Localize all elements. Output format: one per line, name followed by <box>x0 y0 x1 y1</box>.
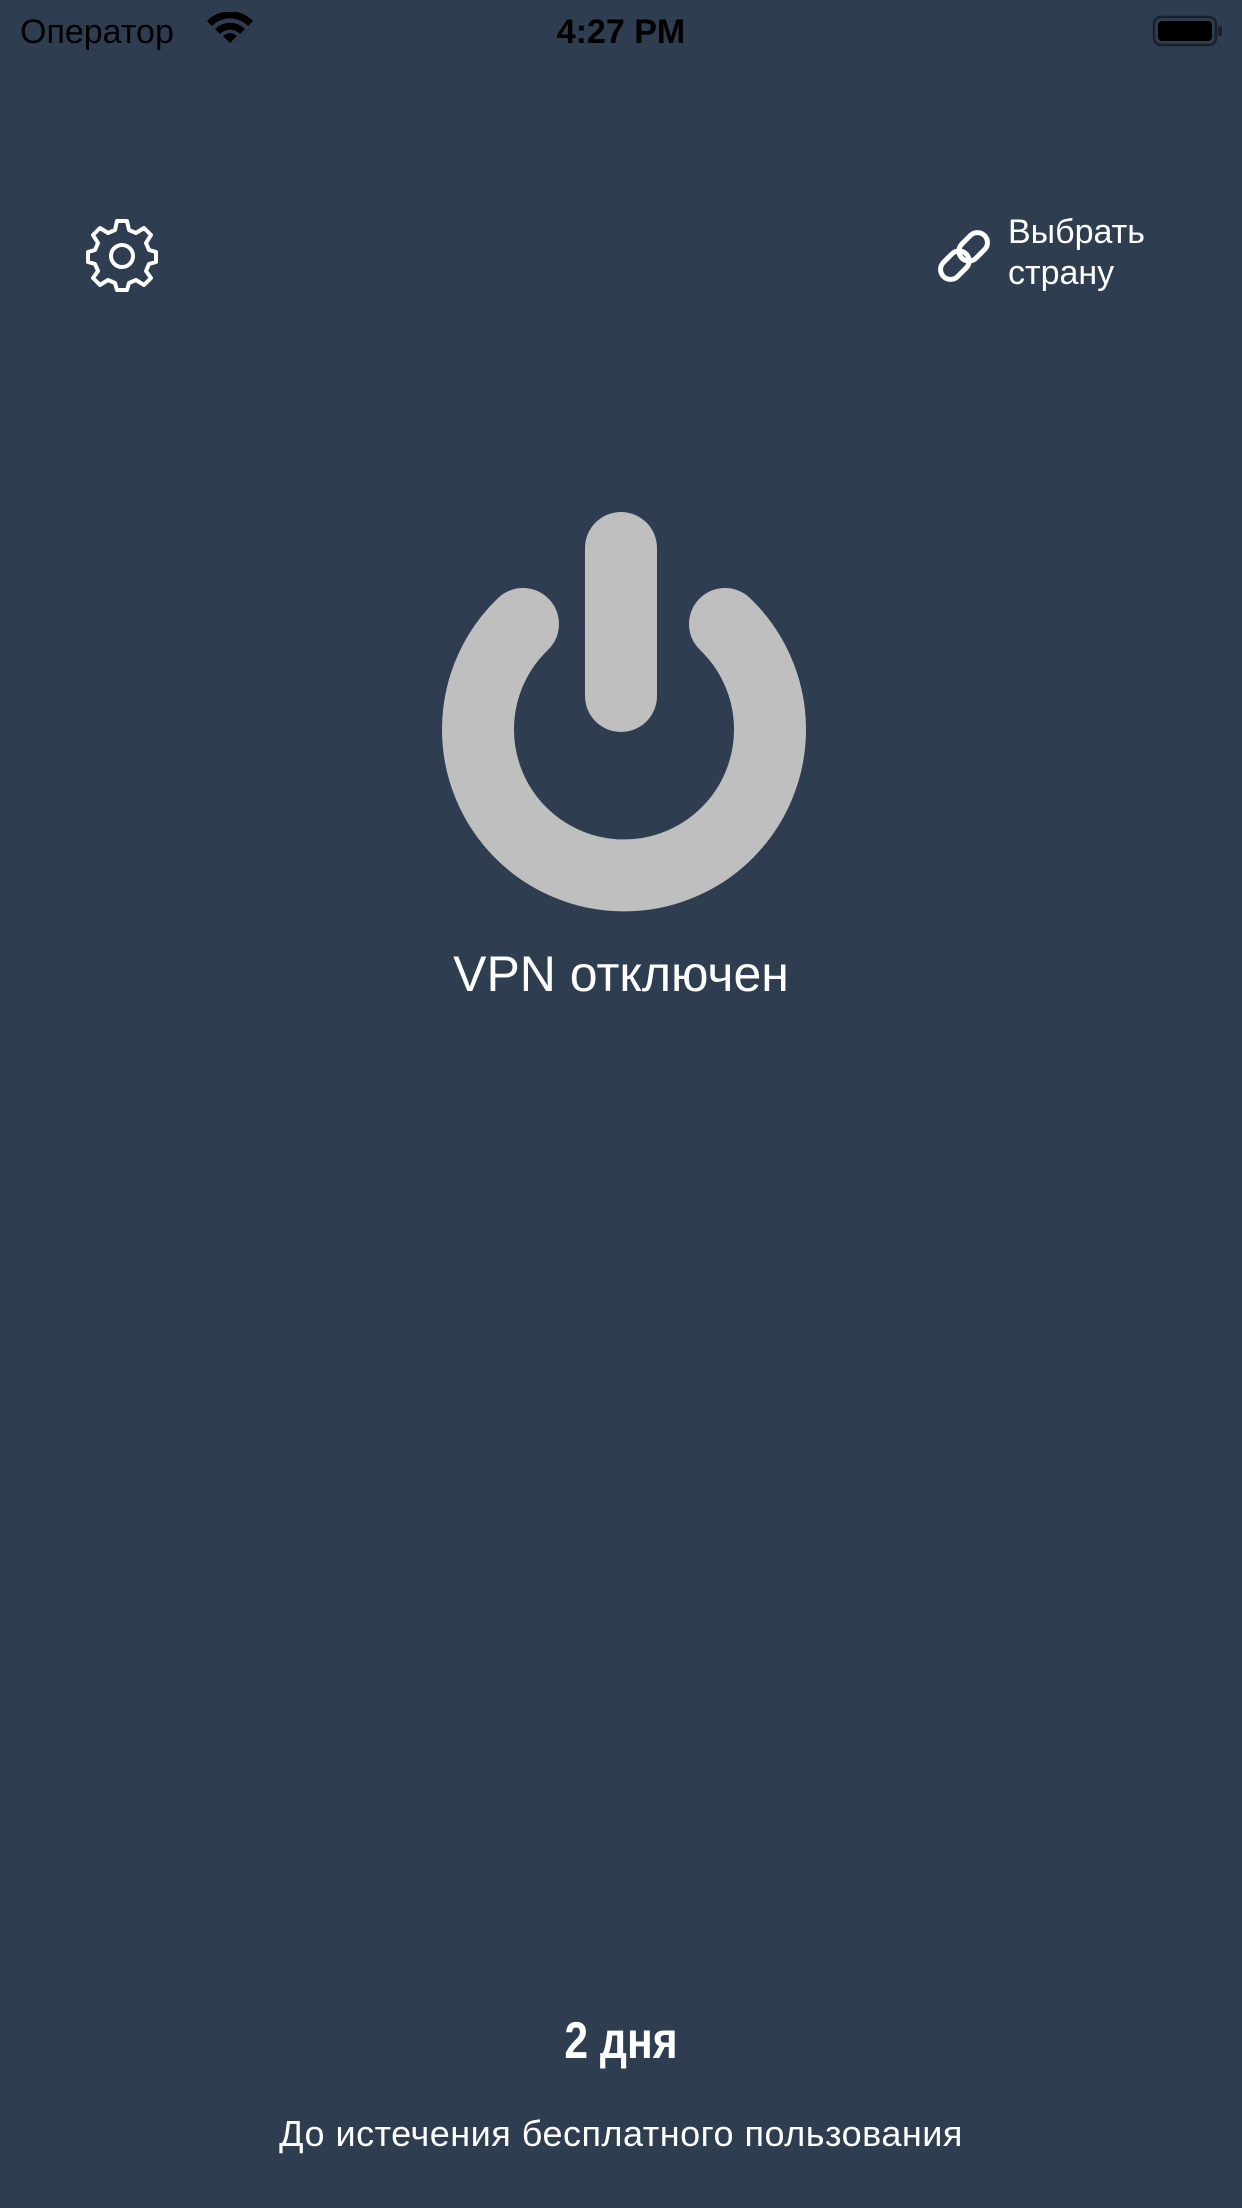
status-bar: Оператор 4:27 PM <box>0 0 1242 64</box>
power-button[interactable] <box>436 512 806 922</box>
vpn-status-label: VPN отключен <box>453 946 789 1002</box>
link-icon <box>926 218 1002 294</box>
gear-icon <box>86 219 158 292</box>
select-country-label: Выбрать страну <box>1008 213 1145 292</box>
days-left-label: 2 дня <box>564 2012 678 2070</box>
status-time: 4:27 PM <box>556 13 686 51</box>
settings-button[interactable] <box>84 218 160 294</box>
trial-caption: До истечения бесплатного пользования <box>279 2113 963 2154</box>
power-icon <box>442 512 806 912</box>
select-country-button[interactable]: Выбрать страну <box>926 212 1186 312</box>
battery-icon <box>1152 14 1224 48</box>
